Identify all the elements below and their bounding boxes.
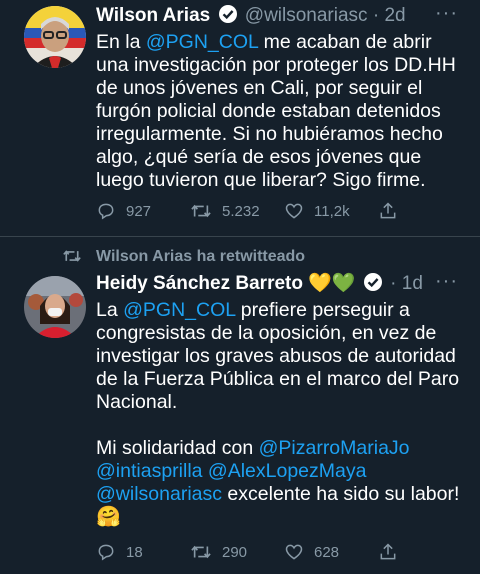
hugging-emoji: 🤗 xyxy=(96,506,121,528)
more-options-icon[interactable]: ··· xyxy=(435,270,458,293)
reply-count: 18 xyxy=(126,543,143,561)
retweet-count: 5.232 xyxy=(222,202,260,220)
reply-icon xyxy=(98,203,114,220)
mention-link[interactable]: @PGN_COL xyxy=(123,299,235,321)
retweet-label[interactable]: Wilson Arias ha retwitteado xyxy=(96,248,305,266)
retweet-icon xyxy=(191,204,211,218)
heart-icon xyxy=(285,544,303,560)
separator-dot: · xyxy=(372,5,380,26)
like-button[interactable]: 628 xyxy=(284,542,339,562)
mention-link[interactable]: @PGN_COL xyxy=(146,31,258,53)
text-segment: me acaban de abrir una investigación por… xyxy=(96,31,456,191)
verified-badge-icon xyxy=(363,272,383,298)
retweet-button[interactable]: 5.232 xyxy=(190,201,260,221)
retweet-button[interactable]: 290 xyxy=(190,542,247,562)
tweet-actions: 18 290 628 xyxy=(96,542,436,566)
mention-link[interactable]: @wilsonariasc xyxy=(96,483,222,505)
tweet-header: Heidy Sánchez Barreto 💛💚 · 1d xyxy=(96,271,423,298)
reply-button[interactable]: 927 xyxy=(96,201,151,221)
heart-emojis: 💛💚 xyxy=(308,273,356,294)
display-name[interactable]: Heidy Sánchez Barreto xyxy=(96,273,303,294)
tweet-actions: 927 5.232 11,2k xyxy=(96,201,436,225)
handle[interactable]: @wilsonariasc xyxy=(245,5,368,26)
retweet-icon xyxy=(191,545,211,559)
separator-dot: · xyxy=(390,273,397,294)
reply-button[interactable]: 18 xyxy=(96,542,143,562)
tweet-heidy-sanchez[interactable]: Heidy Sánchez Barreto 💛💚 · 1d ··· La @PG… xyxy=(0,268,480,574)
retweeted-icon xyxy=(62,247,82,270)
retweet-count: 290 xyxy=(222,543,248,561)
mention-link[interactable]: @PizarroMariaJo xyxy=(259,437,410,459)
like-button[interactable]: 11,2k xyxy=(284,201,350,221)
paragraph-2: Mi solidaridad con @PizarroMariaJo @inti… xyxy=(96,437,460,506)
heart-icon xyxy=(285,203,303,219)
text-segment: Mi solidaridad con xyxy=(96,437,259,459)
tweet-header: Wilson Arias @wilsonariasc · 2d xyxy=(96,4,406,30)
tweet-divider xyxy=(0,236,480,237)
timestamp[interactable]: 2d xyxy=(384,5,405,26)
avatar[interactable] xyxy=(24,276,86,338)
share-icon xyxy=(380,543,396,560)
mention-link[interactable]: @AlexLopezMaya xyxy=(208,460,367,482)
paragraph-1: La @PGN_COL prefiere perseguir a congres… xyxy=(96,299,460,414)
more-options-icon[interactable]: ··· xyxy=(435,2,458,25)
share-button[interactable] xyxy=(378,542,408,562)
text-segment: La xyxy=(96,299,124,321)
tweet-text: La @PGN_COL prefiere perseguir a congres… xyxy=(96,299,460,529)
text-segment: excelente ha sido su labor! xyxy=(222,483,460,505)
like-count: 11,2k xyxy=(314,202,350,220)
reply-icon xyxy=(98,544,114,561)
avatar[interactable] xyxy=(24,6,86,68)
display-name[interactable]: Wilson Arias xyxy=(96,5,210,26)
verified-badge-icon xyxy=(218,4,238,30)
share-icon xyxy=(380,202,396,219)
mention-link[interactable]: @intiasprilla xyxy=(96,460,203,482)
tweet-wilson-arias[interactable]: Wilson Arias @wilsonariasc · 2d ··· En l… xyxy=(0,0,480,235)
text-segment: En la xyxy=(96,31,146,53)
like-count: 628 xyxy=(314,543,340,561)
timestamp[interactable]: 1d xyxy=(402,273,423,294)
share-button[interactable] xyxy=(378,201,408,221)
tweet-text: En la @PGN_COL me acaban de abrir una in… xyxy=(96,31,460,192)
reply-count: 927 xyxy=(126,202,152,220)
